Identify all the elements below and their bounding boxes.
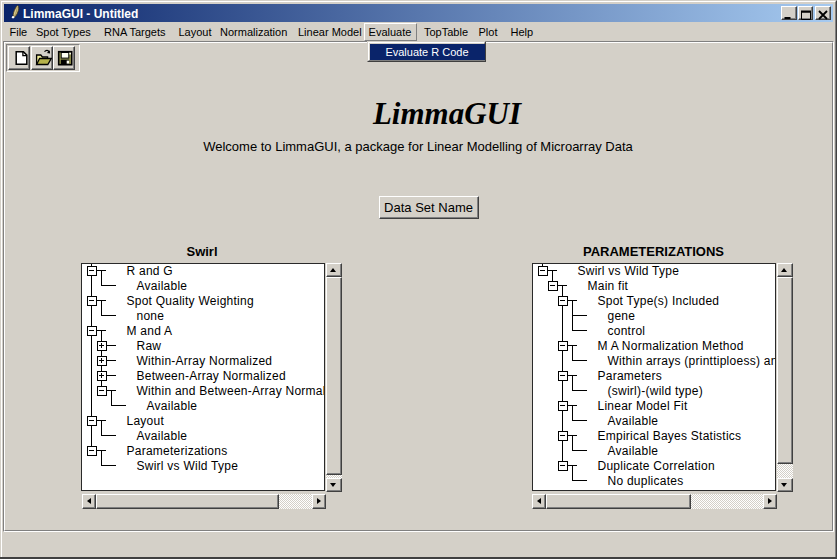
svg-text:Linear Model Fit: Linear Model Fit: [598, 399, 688, 413]
svg-text:Available: Available: [608, 444, 659, 458]
svg-text:Swirl vs Wild Type: Swirl vs Wild Type: [578, 264, 680, 278]
svg-text:Spot Type(s) Included: Spot Type(s) Included: [598, 294, 720, 308]
svg-text:M and A: M and A: [127, 324, 173, 338]
svg-text:Available: Available: [137, 429, 188, 443]
svg-text:Swirl vs Wild Type: Swirl vs Wild Type: [137, 459, 239, 473]
svg-text:Within and Between-Array Norma: Within and Between-Array Normalized: [137, 384, 325, 398]
svg-text:Main fit: Main fit: [588, 279, 629, 293]
svg-text:Duplicate Correlation: Duplicate Correlation: [598, 459, 715, 473]
svg-text:Spot Quality Weighting: Spot Quality Weighting: [127, 294, 254, 308]
svg-text:none: none: [137, 309, 165, 323]
svg-text:Available: Available: [137, 279, 188, 293]
svg-text:M A Normalization Method: M A Normalization Method: [598, 339, 744, 353]
svg-text:Available: Available: [147, 399, 198, 413]
svg-text:control: control: [608, 324, 646, 338]
svg-text:Within-Array Normalized: Within-Array Normalized: [137, 354, 273, 368]
svg-text:gene: gene: [608, 309, 636, 323]
svg-text:Available: Available: [608, 414, 659, 428]
svg-text:Raw: Raw: [137, 339, 162, 353]
svg-text:Empirical Bayes Statistics: Empirical Bayes Statistics: [598, 429, 742, 443]
svg-text:Within arrays (printtiploess): Within arrays (printtiploess) and betwee…: [608, 354, 776, 368]
svg-text:No duplicates: No duplicates: [608, 474, 684, 488]
svg-text:Layout: Layout: [127, 414, 165, 428]
svg-text:Parameters: Parameters: [598, 369, 663, 383]
svg-text:(swirl)-(wild type): (swirl)-(wild type): [608, 384, 703, 398]
svg-text:Parameterizations: Parameterizations: [127, 444, 228, 458]
svg-text:R and G: R and G: [127, 264, 173, 278]
svg-text:Between-Array Normalized: Between-Array Normalized: [137, 369, 286, 383]
